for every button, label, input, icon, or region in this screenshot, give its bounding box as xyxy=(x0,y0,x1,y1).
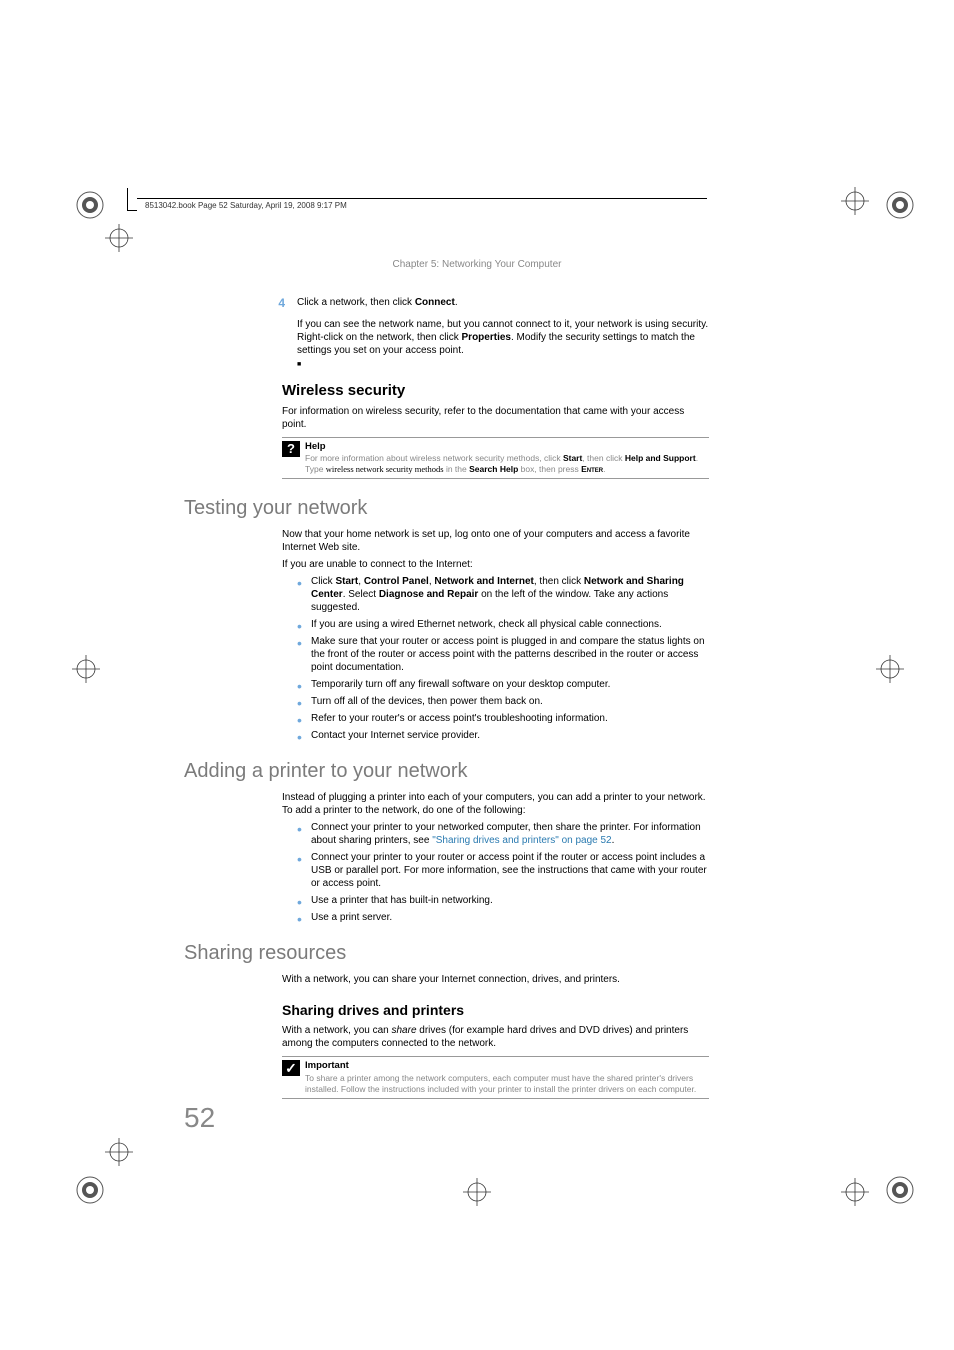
crop-mark-icon xyxy=(463,1178,491,1206)
callout-title: Important xyxy=(305,1060,709,1072)
important-callout: ✓ Important To share a printer among the… xyxy=(282,1056,709,1098)
crop-mark-icon xyxy=(876,655,904,683)
corner-rule-icon xyxy=(127,188,128,210)
heading-wireless-security: Wireless security xyxy=(282,382,709,399)
help-callout: ? Help For more information about wirele… xyxy=(282,437,709,479)
header-rule xyxy=(137,198,707,199)
checkmark-icon: ✓ xyxy=(282,1060,300,1076)
text: To share a printer among the network com… xyxy=(305,1073,696,1094)
heading-adding-printer: Adding a printer to your network xyxy=(184,760,709,783)
step-4-p2: If you can see the network name, but you… xyxy=(297,318,709,357)
end-square-icon: ■ xyxy=(297,361,709,368)
page-number: 52 xyxy=(184,1102,215,1134)
list-item: Turn off all of the devices, then power … xyxy=(297,695,709,708)
chapter-title: Chapter 5: Networking Your Computer xyxy=(0,259,954,270)
text: . xyxy=(612,835,615,846)
bold: Diagnose and Repair xyxy=(379,589,478,600)
list-item: Connect your printer to your networked c… xyxy=(297,821,709,847)
printer-bullets: Connect your printer to your networked c… xyxy=(297,821,709,924)
crop-mark-icon xyxy=(105,1138,133,1166)
list-item: Contact your Internet service provider. xyxy=(297,729,709,742)
text: Click a network, then click xyxy=(297,297,415,308)
serif: wireless network security methods xyxy=(326,464,444,474)
text: . xyxy=(455,297,458,308)
list-item: Use a printer that has built-in networki… xyxy=(297,894,709,907)
step-4: 4 Click a network, then click Connect. xyxy=(184,296,709,310)
bold: Start xyxy=(335,576,358,587)
bold: Control Panel xyxy=(364,576,429,587)
testing-bullets: Click Start, Control Panel, Network and … xyxy=(297,575,709,742)
sharing-p1: With a network, you can share your Inter… xyxy=(282,973,709,986)
italic: share xyxy=(392,1025,417,1036)
bold: Help and Support xyxy=(625,453,696,463)
testing-p1: Now that your home network is set up, lo… xyxy=(282,528,709,554)
testing-p2: If you are unable to connect to the Inte… xyxy=(282,558,709,571)
printer-p1: Instead of plugging a printer into each … xyxy=(282,791,709,817)
text: in the xyxy=(444,464,470,474)
registration-mark-icon xyxy=(72,1172,108,1208)
list-item: Make sure that your router or access poi… xyxy=(297,635,709,674)
header-source-text: 8513042.book Page 52 Saturday, April 19,… xyxy=(145,201,347,210)
wireless-p1: For information on wireless security, re… xyxy=(282,405,709,431)
page-content: 4 Click a network, then click Connect. I… xyxy=(184,296,709,1099)
heading-testing-network: Testing your network xyxy=(184,497,709,520)
list-item: Refer to your router's or access point's… xyxy=(297,712,709,725)
step-body: Click a network, then click Connect. xyxy=(297,296,709,310)
text: For more information about wireless netw… xyxy=(305,453,563,463)
crop-mark-icon xyxy=(841,1178,869,1206)
list-item: Connect your printer to your router or a… xyxy=(297,851,709,890)
bold: Properties xyxy=(462,332,511,343)
bold: Start xyxy=(563,453,582,463)
text: box, then press xyxy=(518,464,581,474)
help-icon: ? xyxy=(282,441,300,457)
registration-mark-icon xyxy=(882,1172,918,1208)
list-item: If you are using a wired Ethernet networ… xyxy=(297,618,709,631)
text: With a network, you can xyxy=(282,1025,392,1036)
text: . xyxy=(603,464,605,474)
text: Click xyxy=(311,576,335,587)
important-body: Important To share a printer among the n… xyxy=(305,1060,709,1094)
crop-mark-icon xyxy=(841,187,869,215)
help-body: Help For more information about wireless… xyxy=(305,441,709,475)
step-number: 4 xyxy=(184,296,297,310)
corner-rule-icon xyxy=(127,210,137,211)
list-item: Click Start, Control Panel, Network and … xyxy=(297,575,709,614)
list-item: Use a print server. xyxy=(297,911,709,924)
registration-mark-icon xyxy=(882,187,918,223)
crop-mark-icon xyxy=(72,655,100,683)
heading-sharing-resources: Sharing resources xyxy=(184,942,709,965)
text: , then click xyxy=(534,576,584,587)
text: , then click xyxy=(582,453,625,463)
smallcaps: Enter xyxy=(581,464,603,474)
crop-mark-icon xyxy=(105,224,133,252)
callout-title: Help xyxy=(305,441,709,453)
heading-sharing-drives: Sharing drives and printers xyxy=(282,1002,709,1018)
bold: Network and Internet xyxy=(434,576,533,587)
bold: Search Help xyxy=(469,464,518,474)
registration-mark-icon xyxy=(72,187,108,223)
bold: Connect xyxy=(415,297,455,308)
sharing-p2: With a network, you can share drives (fo… xyxy=(282,1024,709,1050)
list-item: Temporarily turn off any firewall softwa… xyxy=(297,678,709,691)
cross-ref-link[interactable]: "Sharing drives and printers" on page 52 xyxy=(432,835,611,846)
text: . Select xyxy=(343,589,379,600)
